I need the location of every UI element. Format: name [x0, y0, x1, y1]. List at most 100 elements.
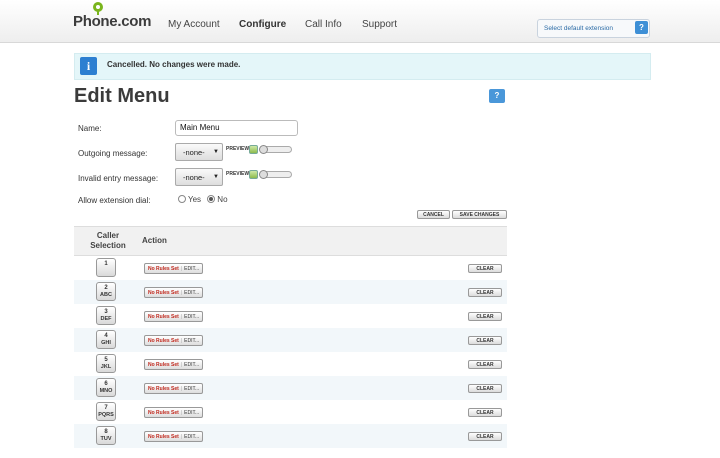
edit-label[interactable]: EDIT...: [182, 338, 202, 344]
nav-support[interactable]: Support: [362, 19, 397, 30]
info-icon: i: [80, 57, 97, 75]
clear-button[interactable]: CLEAR: [468, 408, 502, 417]
name-input[interactable]: [175, 120, 298, 136]
key-letters: JKL: [100, 364, 112, 370]
play-icon[interactable]: [249, 170, 258, 179]
allow-extension-dial-options: Yes No: [178, 194, 228, 204]
volume-slider-handle[interactable]: [259, 145, 268, 154]
key-letters: TUV: [100, 436, 112, 442]
clear-button[interactable]: CLEAR: [468, 384, 502, 393]
clear-button[interactable]: CLEAR: [468, 432, 502, 441]
keypad-key[interactable]: 2 ABC: [96, 282, 116, 301]
invalid-entry-value: -none-: [183, 173, 205, 182]
table-row: 6 MNO No Rules Set | EDIT... CLEAR: [74, 376, 507, 400]
chevron-down-icon: ▼: [213, 174, 219, 180]
clear-button[interactable]: CLEAR: [468, 288, 502, 297]
key-number: 3: [104, 309, 108, 315]
chevron-down-icon: ▼: [213, 149, 219, 155]
keypad-key[interactable]: 1: [96, 258, 116, 277]
column-action: Action: [142, 236, 167, 245]
page-title: Edit Menu: [74, 85, 170, 107]
preview-label: PREVIEW: [226, 146, 250, 152]
table-row: 7 PQRS No Rules Set | EDIT... CLEAR: [74, 400, 507, 424]
logo[interactable]: Phone.com: [73, 13, 151, 30]
no-rules-label: No Rules Set: [148, 338, 179, 344]
outgoing-message-label: Outgoing message:: [78, 149, 148, 158]
key-letters: PQRS: [98, 412, 114, 418]
play-icon[interactable]: [249, 145, 258, 154]
radio-yes-label: Yes: [188, 195, 202, 204]
allow-extension-dial-label: Allow extension dial:: [78, 196, 151, 205]
key-number: 7: [104, 405, 108, 411]
outgoing-message-value: -none-: [183, 148, 205, 157]
default-extension-label: Select default extension: [544, 25, 614, 32]
keypad-key[interactable]: 7 PQRS: [96, 402, 116, 421]
keypad-key[interactable]: 5 JKL: [96, 354, 116, 373]
invalid-entry-select[interactable]: -none- ▼: [175, 168, 223, 186]
invalid-preview-control: PREVIEW: [226, 170, 292, 180]
column-caller-selection: Caller Selection: [90, 231, 126, 250]
action-rules-button[interactable]: No Rules Set | EDIT...: [144, 359, 204, 370]
key-number: 4: [104, 333, 108, 339]
action-rules-button[interactable]: No Rules Set | EDIT...: [144, 287, 204, 298]
nav-call-info[interactable]: Call Info: [305, 19, 342, 30]
key-number: 1: [104, 261, 108, 267]
action-rules-button[interactable]: No Rules Set | EDIT...: [144, 383, 204, 394]
edit-label[interactable]: EDIT...: [182, 314, 202, 320]
action-rules-button[interactable]: No Rules Set | EDIT...: [144, 407, 204, 418]
name-label: Name:: [78, 124, 102, 133]
outgoing-preview-control: PREVIEW: [226, 145, 292, 155]
keypad-key[interactable]: 3 DEF: [96, 306, 116, 325]
save-changes-button[interactable]: SAVE CHANGES: [452, 210, 507, 219]
key-letters: DEF: [100, 316, 112, 322]
action-rules-button[interactable]: No Rules Set | EDIT...: [144, 311, 204, 322]
key-number: 5: [104, 357, 108, 363]
no-rules-label: No Rules Set: [148, 290, 179, 296]
table-row: 8 TUV No Rules Set | EDIT... CLEAR: [74, 424, 507, 448]
table-header: Caller Selection Action: [74, 226, 507, 256]
volume-slider-handle[interactable]: [259, 170, 268, 179]
action-rules-button[interactable]: No Rules Set | EDIT...: [144, 263, 204, 274]
table-row: 5 JKL No Rules Set | EDIT... CLEAR: [74, 352, 507, 376]
preview-label: PREVIEW: [226, 171, 250, 177]
keypad-key[interactable]: 4 GHI: [96, 330, 116, 349]
action-rules-button[interactable]: No Rules Set | EDIT...: [144, 431, 204, 442]
no-rules-label: No Rules Set: [148, 266, 179, 272]
keypad-key[interactable]: 6 MNO: [96, 378, 116, 397]
edit-label[interactable]: EDIT...: [182, 362, 202, 368]
clear-button[interactable]: CLEAR: [468, 264, 502, 273]
no-rules-label: No Rules Set: [148, 434, 179, 440]
table-row: 4 GHI No Rules Set | EDIT... CLEAR: [74, 328, 507, 352]
cancel-button[interactable]: CANCEL: [417, 210, 450, 219]
top-nav-bar: Phone.com My Account Configure Call Info…: [0, 0, 720, 43]
no-rules-label: No Rules Set: [148, 314, 179, 320]
action-rules-button[interactable]: No Rules Set | EDIT...: [144, 335, 204, 346]
help-icon[interactable]: ?: [635, 21, 648, 34]
key-letters: GHI: [101, 340, 111, 346]
default-extension-select[interactable]: Select default extension ?: [537, 19, 650, 38]
no-rules-label: No Rules Set: [148, 410, 179, 416]
edit-label[interactable]: EDIT...: [182, 434, 202, 440]
edit-label[interactable]: EDIT...: [182, 386, 202, 392]
edit-label[interactable]: EDIT...: [182, 266, 202, 272]
help-icon[interactable]: ?: [489, 89, 505, 103]
nav-my-account[interactable]: My Account: [168, 19, 220, 30]
outgoing-message-select[interactable]: -none- ▼: [175, 143, 223, 161]
table-row: 3 DEF No Rules Set | EDIT... CLEAR: [74, 304, 507, 328]
edit-label[interactable]: EDIT...: [182, 290, 202, 296]
alert-message: Cancelled. No changes were made.: [107, 60, 241, 69]
clear-button[interactable]: CLEAR: [468, 312, 502, 321]
no-rules-label: No Rules Set: [148, 386, 179, 392]
keypad-key[interactable]: 8 TUV: [96, 426, 116, 445]
table-row: 1 No Rules Set | EDIT... CLEAR: [74, 256, 507, 280]
no-rules-label: No Rules Set: [148, 362, 179, 368]
clear-button[interactable]: CLEAR: [468, 360, 502, 369]
radio-no[interactable]: [207, 194, 216, 203]
clear-button[interactable]: CLEAR: [468, 336, 502, 345]
status-alert: i Cancelled. No changes were made.: [74, 53, 651, 80]
key-letters: MNO: [99, 388, 113, 394]
nav-configure[interactable]: Configure: [239, 19, 286, 30]
radio-yes[interactable]: [178, 194, 186, 203]
edit-label[interactable]: EDIT...: [182, 410, 202, 416]
invalid-entry-label: Invalid entry message:: [78, 174, 159, 183]
